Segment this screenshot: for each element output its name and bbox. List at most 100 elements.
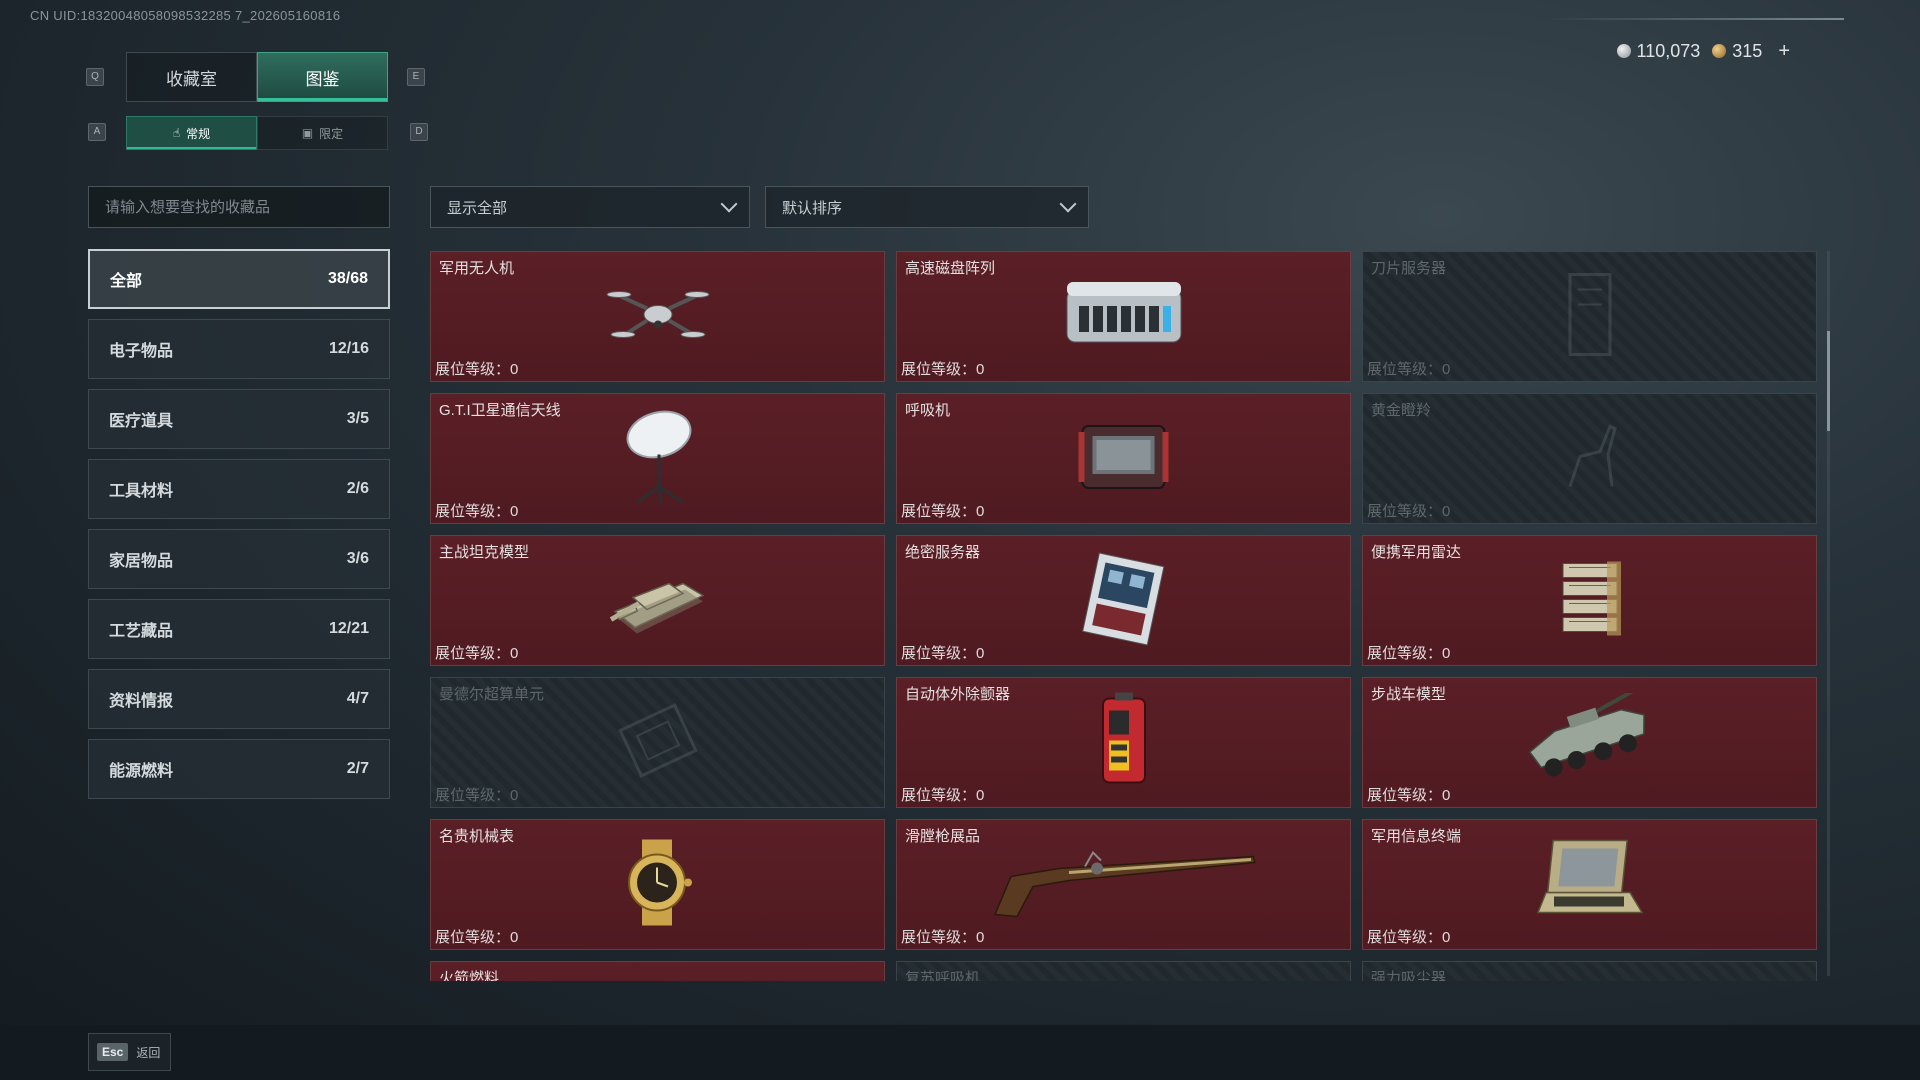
item-name: 主战坦克模型 (439, 544, 530, 561)
item-name: 名贵机械表 (439, 828, 515, 845)
item-level-value: 0 (510, 787, 519, 804)
item-level: 展位等级：0 (435, 358, 518, 379)
category-count: 2/7 (346, 760, 369, 777)
search-box (88, 186, 390, 228)
grid-scrollbar[interactable] (1827, 251, 1830, 976)
hotkey-prev-subtab[interactable]: A (88, 123, 106, 141)
item-name: 呼吸机 (905, 402, 951, 419)
category-count: 3/6 (346, 550, 369, 567)
tab-collection-room[interactable]: 收藏室 (126, 52, 257, 102)
item-level: 展位等级：0 (1367, 926, 1450, 947)
filter-dropdown-value: 显示全部 (447, 199, 508, 217)
category-medical[interactable]: 医疗道具 3/5 (88, 389, 390, 449)
drone-icon (603, 274, 713, 359)
item-level: 展位等级：0 (901, 784, 984, 805)
silver-currency: 110,073 (1616, 41, 1700, 62)
hotkey-prev-tab[interactable]: Q (86, 68, 104, 86)
item-level-label: 展位等级： (435, 787, 511, 804)
item-level-value: 0 (976, 787, 985, 804)
item-card[interactable]: 主战坦克模型 展位等级：0 (430, 535, 885, 666)
search-input[interactable] (105, 198, 389, 216)
category-count: 2/6 (346, 480, 369, 497)
item-level: 展位等级：0 (901, 642, 984, 663)
satellite-dish-icon (613, 406, 703, 511)
defibrillator-icon (1089, 690, 1159, 795)
item-name: 自动体外除颤器 (905, 686, 1011, 703)
item-level-value: 0 (1442, 645, 1451, 662)
item-card[interactable]: 火箭燃料展位等级：0 (430, 961, 885, 981)
item-card[interactable]: 复苏呼吸机展位等级：0 (896, 961, 1351, 981)
disk-array-icon (1059, 272, 1189, 362)
category-list: 全部 38/68 电子物品 12/16 医疗道具 3/5 工具材料 2/6 家居物品 3/… (88, 249, 390, 809)
item-level-value: 0 (510, 503, 519, 520)
item-card[interactable]: 军用无人机 展位等级：0 (430, 251, 885, 382)
top-decoration-line (1544, 18, 1844, 20)
category-intel[interactable]: 资料情报 4/7 (88, 669, 390, 729)
item-card[interactable]: 刀片服务器 展位等级：0 (1362, 251, 1817, 382)
item-grid-viewport: 军用无人机 展位等级：0 高速磁盘阵列 展位等级：0 刀片服务器 展位等级：0 G.T.I卫… (430, 251, 1818, 981)
item-card[interactable]: 便携军用雷达展位等级：0 (1362, 535, 1817, 666)
item-level: 展位等级：0 (1367, 784, 1450, 805)
item-card[interactable]: 曼德尔超算单元 展位等级：0 (430, 677, 885, 808)
item-grid: 军用无人机 展位等级：0 高速磁盘阵列 展位等级：0 刀片服务器 展位等级：0 G.T.I卫… (430, 251, 1818, 981)
hotkey-next-subtab[interactable]: D (410, 123, 428, 141)
item-card[interactable]: 步战车模型 展位等级：0 (1362, 677, 1817, 808)
item-level-label: 展位等级： (435, 645, 511, 662)
item-card[interactable]: 绝密服务器 展位等级：0 (896, 535, 1351, 666)
compute-unit-icon (613, 695, 703, 790)
category-crafts[interactable]: 工艺藏品 12/21 (88, 599, 390, 659)
item-level-label: 展位等级： (901, 929, 977, 946)
chevron-down-icon (1059, 195, 1077, 213)
category-electronics[interactable]: 电子物品 12/16 (88, 319, 390, 379)
tank-icon (603, 553, 713, 648)
hotkey-next-tab[interactable]: E (407, 68, 425, 86)
back-button[interactable]: Esc 返回 (88, 1033, 172, 1071)
item-level-label: 展位等级： (901, 645, 977, 662)
blade-server-icon (1560, 269, 1620, 364)
item-level-label: 展位等级： (1367, 503, 1443, 520)
item-level-value: 0 (1442, 929, 1451, 946)
category-energy[interactable]: 能源燃料 2/7 (88, 739, 390, 799)
add-currency-button[interactable]: + (1778, 40, 1790, 63)
item-card[interactable]: G.T.I卫星通信天线 展位等级：0 (430, 393, 885, 524)
server-board-icon (1076, 551, 1171, 651)
item-name: 滑膛枪展品 (905, 828, 981, 845)
hand-icon: ☝ (172, 126, 181, 140)
ventilator-icon (1076, 414, 1171, 504)
item-name: 刀片服务器 (1371, 260, 1447, 277)
category-count: 4/7 (346, 690, 369, 707)
chevron-down-icon (720, 195, 738, 213)
esc-key: Esc (97, 1043, 129, 1061)
item-card[interactable]: 军用信息终端展位等级：0 (1362, 819, 1817, 950)
item-card[interactable]: 强力吸尘器展位等级：0 (1362, 961, 1817, 981)
category-tools[interactable]: 工具材料 2/6 (88, 459, 390, 519)
item-card[interactable]: 高速磁盘阵列 展位等级：0 (896, 251, 1351, 382)
category-label: 电子物品 (109, 343, 174, 360)
item-name: 火箭燃料 (439, 970, 500, 981)
item-card[interactable]: 滑膛枪展品 展位等级：0 (896, 819, 1351, 950)
category-household[interactable]: 家居物品 3/6 (88, 529, 390, 589)
item-card[interactable]: 名贵机械表展位等级：0 (430, 819, 885, 950)
item-card[interactable]: 呼吸机 展位等级：0 (896, 393, 1351, 524)
item-level-label: 展位等级： (901, 503, 977, 520)
user-uid: CN UID:18320048058098532285 7_2026051608… (30, 8, 341, 23)
item-card[interactable]: 自动体外除颤器展位等级：0 (896, 677, 1351, 808)
item-name: 便携军用雷达 (1371, 544, 1462, 561)
category-all[interactable]: 全部 38/68 (88, 249, 390, 309)
item-level: 展位等级：0 (1367, 642, 1450, 663)
terminal-icon (1530, 832, 1650, 937)
grid-scrollbar-thumb[interactable] (1827, 331, 1830, 431)
subtab-limited[interactable]: ▣ 限定 (257, 116, 388, 150)
subtab-regular[interactable]: ☝ 常规 (126, 116, 257, 150)
item-card[interactable]: 黄金瞪羚 展位等级：0 (1362, 393, 1817, 524)
footer-bar (0, 1025, 1920, 1080)
category-count: 38/68 (327, 270, 368, 287)
filter-dropdown[interactable]: 显示全部 (430, 186, 750, 228)
item-name: 军用信息终端 (1371, 828, 1462, 845)
item-level: 展位等级：0 (435, 926, 518, 947)
category-label: 全部 (110, 273, 143, 290)
item-level-value: 0 (976, 361, 985, 378)
sort-dropdown[interactable]: 默认排序 (765, 186, 1089, 228)
category-label: 资料情报 (109, 693, 174, 710)
tab-catalog[interactable]: 图鉴 (257, 52, 388, 102)
